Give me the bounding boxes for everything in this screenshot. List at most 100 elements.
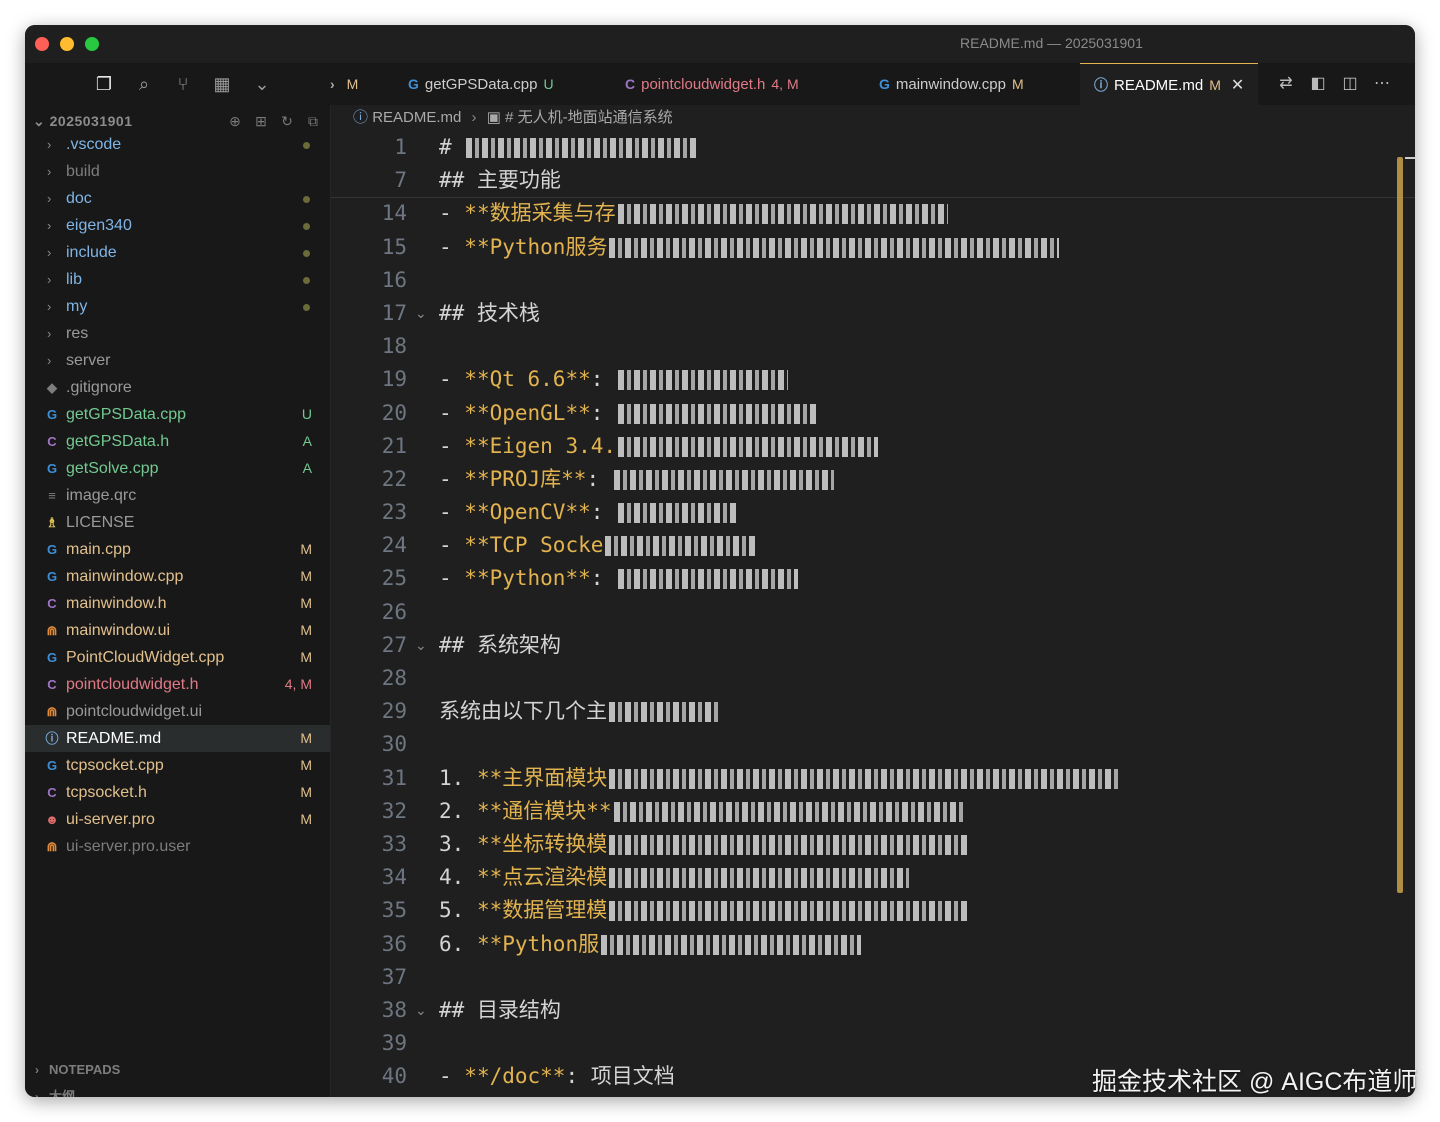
code-line[interactable]: 18 xyxy=(331,330,1415,363)
explorer-item[interactable]: › build xyxy=(25,158,330,185)
code-line[interactable]: 32 2. **通信模块** xyxy=(331,795,1415,828)
editor-pane[interactable]: ⓘ README.md › ▣ # 无人机-地面站通信系统 1 # 7 ## 主要功… xyxy=(331,105,1415,1097)
pixelated-text xyxy=(609,768,1120,789)
explorer-root[interactable]: ⌄ 2025031901 xyxy=(33,109,133,133)
explorer-item[interactable]: Ctcpsocket.h M xyxy=(25,779,330,806)
close-icon[interactable]: ✕ xyxy=(1231,77,1244,94)
collapse-all-icon[interactable]: ⧉ xyxy=(302,109,324,133)
explorer-item[interactable]: Gmain.cpp M xyxy=(25,536,330,563)
explorer-item[interactable]: › .vscode xyxy=(25,131,330,158)
notepads-section[interactable]: › NOTEPADS xyxy=(25,1057,330,1083)
code-line[interactable]: 26 xyxy=(331,596,1415,629)
code-line[interactable]: 7 ## 主要功能 xyxy=(331,164,1415,197)
code-line[interactable]: 39 xyxy=(331,1027,1415,1060)
new-folder-icon[interactable]: ⊞ xyxy=(250,109,272,133)
outline-section[interactable]: › 大纲 xyxy=(25,1084,330,1097)
split-editor-icon[interactable]: ◫ xyxy=(1337,71,1363,97)
explorer-item-label: mainwindow.ui xyxy=(66,622,171,639)
explorer-item[interactable]: ⋒ mainwindow.ui M xyxy=(25,617,330,644)
breadcrumb-file[interactable]: README.md xyxy=(372,109,461,126)
markdown-icon: ▣ xyxy=(486,109,501,126)
code-line[interactable]: 31 1. **主界面模块 xyxy=(331,762,1415,795)
explorer-item[interactable]: › server xyxy=(25,347,330,374)
tab-overflow[interactable]: › M xyxy=(330,63,358,105)
explorer-item[interactable]: ♗ LICENSE xyxy=(25,509,330,536)
new-file-icon[interactable]: ⊕ xyxy=(224,109,246,133)
code-line[interactable]: 25 - **Python**: xyxy=(331,562,1415,595)
chevron-icon: › xyxy=(330,76,335,92)
files-icon[interactable]: ❐ xyxy=(91,71,117,97)
markdown-prefix: - xyxy=(439,533,465,558)
tab-mainwindow-cpp[interactable]: Gmainwindow.cpp M xyxy=(879,63,1024,105)
preview-icon[interactable]: ◧ xyxy=(1305,71,1331,97)
tab-pointcloudwidget-h[interactable]: Cpointcloudwidget.h 4, M xyxy=(625,63,799,105)
explorer-item[interactable]: ☻ ui-server.pro M xyxy=(25,806,330,833)
code-line[interactable]: 37 xyxy=(331,961,1415,994)
explorer-item[interactable]: ⓘ README.md M xyxy=(25,725,330,752)
code-line[interactable]: 29 系统由以下几个主 xyxy=(331,695,1415,728)
line-number: 14 xyxy=(381,201,407,226)
explorer-item[interactable]: G PointCloudWidget.cpp M xyxy=(25,644,330,671)
source-control-icon[interactable]: ⑂ xyxy=(170,71,196,97)
explorer-actions: ⊕ ⊞ ↻ ⧉ xyxy=(220,109,324,133)
explorer-item[interactable]: Cpointcloudwidget.h 4, M xyxy=(25,671,330,698)
scrollbar[interactable] xyxy=(1397,157,1403,893)
code-line[interactable]: 17 ⌄ ## 技术栈 xyxy=(331,297,1415,330)
explorer-item[interactable]: ⋒ pointcloudwidget.ui xyxy=(25,698,330,725)
code-line[interactable]: 33 3. **坐标转换模 xyxy=(331,828,1415,861)
code-line[interactable]: 27 ⌄ ## 系统架构 xyxy=(331,629,1415,662)
chevron-right-icon: › xyxy=(47,164,52,179)
explorer-item[interactable]: ⋒ ui-server.pro.user xyxy=(25,833,330,860)
tab-status: U xyxy=(543,76,554,92)
code-line[interactable]: 16 xyxy=(331,264,1415,297)
explorer-item[interactable]: Gtcpsocket.cpp M xyxy=(25,752,330,779)
code-line[interactable]: 22 - **PROJ库**: xyxy=(331,463,1415,496)
fold-chevron-icon[interactable]: ⌄ xyxy=(415,297,427,330)
code-line[interactable]: 34 4. **点云渲染模 xyxy=(331,861,1415,894)
code-line[interactable]: 30 xyxy=(331,728,1415,761)
explorer-item[interactable]: › res xyxy=(25,320,330,347)
extensions-icon[interactable]: ▦ xyxy=(209,71,235,97)
explorer-item[interactable]: › doc xyxy=(25,185,330,212)
close-window-button[interactable] xyxy=(35,37,49,51)
code-line[interactable]: 38 ⌄ ## 目录结构 xyxy=(331,994,1415,1027)
code-line[interactable]: 24 - **TCP Socke xyxy=(331,529,1415,562)
explorer-item[interactable]: › include xyxy=(25,239,330,266)
code-line[interactable]: 28 xyxy=(331,662,1415,695)
code-line[interactable]: 15 - **Python服务 xyxy=(331,231,1415,264)
search-icon[interactable]: ⌕ xyxy=(131,71,157,97)
top-row: ❐ ⌕ ⑂ ▦ ⌄ › M GgetGPSData.cpp U Cpointclou… xyxy=(25,63,1415,106)
tab-status: M xyxy=(1209,77,1221,93)
breadcrumb-section[interactable]: # 无人机-地面站通信系统 xyxy=(505,109,673,126)
explorer-item[interactable]: › eigen340 xyxy=(25,212,330,239)
fold-chevron-icon[interactable]: ⌄ xyxy=(415,629,427,662)
code-line[interactable]: 1 # xyxy=(331,131,1415,164)
minimize-window-button[interactable] xyxy=(60,37,74,51)
compare-icon[interactable]: ⇄ xyxy=(1273,71,1299,97)
code-line[interactable]: 35 5. **数据管理模 xyxy=(331,894,1415,927)
markdown-prefix: 3. xyxy=(439,831,477,856)
code-line[interactable]: 21 - **Eigen 3.4. xyxy=(331,430,1415,463)
explorer-item[interactable]: ◆ .gitignore xyxy=(25,374,330,401)
maximize-window-button[interactable] xyxy=(85,37,99,51)
explorer-item[interactable]: GgetGPSData.cpp U xyxy=(25,401,330,428)
explorer-item[interactable]: CgetGPSData.h A xyxy=(25,428,330,455)
tab-getgpsdata-cpp[interactable]: GgetGPSData.cpp U xyxy=(408,63,554,105)
code-line[interactable]: 14 - **数据采集与存 xyxy=(331,197,1415,230)
more-icon[interactable]: ⋯ xyxy=(1369,71,1395,97)
code-line[interactable]: 36 6. **Python服 xyxy=(331,928,1415,961)
code-line[interactable]: 20 - **OpenGL**: xyxy=(331,397,1415,430)
explorer-item[interactable]: › my xyxy=(25,293,330,320)
code-line[interactable]: 19 - **Qt 6.6**: xyxy=(331,363,1415,396)
bold-text: **通信模块** xyxy=(476,798,612,823)
explorer-item[interactable]: ≡ image.qrc xyxy=(25,482,330,509)
explorer-item[interactable]: GgetSolve.cpp A xyxy=(25,455,330,482)
code-line[interactable]: 23 - **OpenCV**: xyxy=(331,496,1415,529)
explorer-item[interactable]: › lib xyxy=(25,266,330,293)
explorer-item[interactable]: Cmainwindow.h M xyxy=(25,590,330,617)
fold-chevron-icon[interactable]: ⌄ xyxy=(415,994,427,1027)
refresh-icon[interactable]: ↻ xyxy=(276,109,298,133)
explorer-item[interactable]: Gmainwindow.cpp M xyxy=(25,563,330,590)
chevron-down-icon[interactable]: ⌄ xyxy=(249,71,275,97)
tab-readme-md[interactable]: ⓘ README.md M ✕ xyxy=(1080,63,1259,106)
